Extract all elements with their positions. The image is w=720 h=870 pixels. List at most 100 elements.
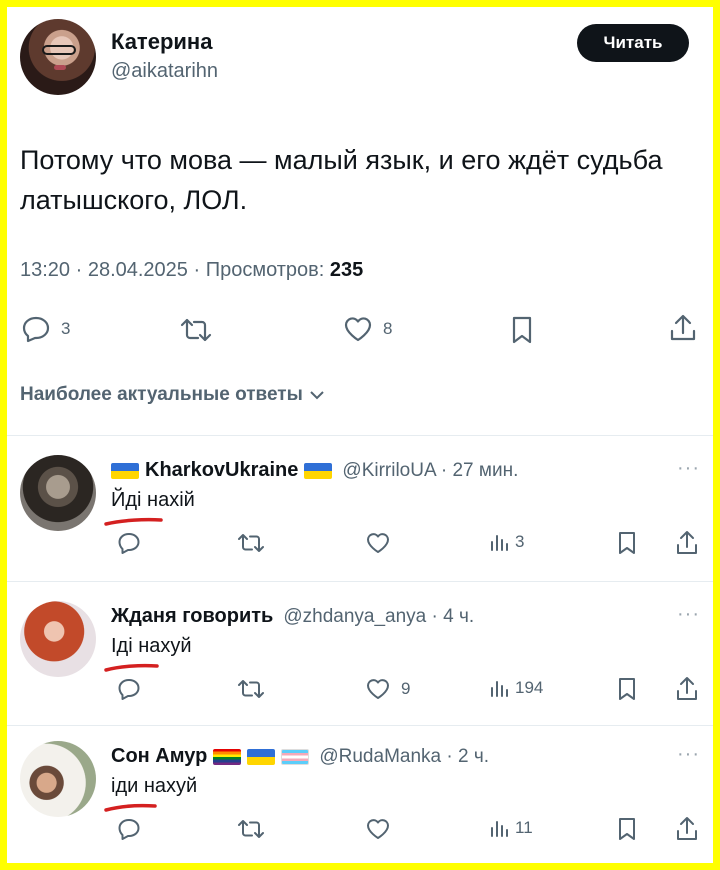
- tweet-text: Потому что мова — малый язык, и его ждёт…: [20, 145, 663, 215]
- like-button[interactable]: 8: [343, 315, 392, 343]
- divider: [7, 435, 713, 436]
- reply-button[interactable]: [117, 531, 141, 555]
- reply-count: 3: [61, 319, 71, 338]
- views-button[interactable]: 3: [489, 532, 524, 552]
- retweet-button[interactable]: [237, 678, 265, 700]
- flag-ukraine-icon: [111, 462, 139, 479]
- reply-author-name[interactable]: Жданя говорить: [111, 605, 273, 628]
- more-options-icon[interactable]: ···: [677, 457, 700, 480]
- lips-icon: [54, 65, 66, 70]
- red-underline-mark: [104, 803, 157, 812]
- retweet-button[interactable]: [179, 317, 213, 343]
- share-icon: [677, 677, 697, 700]
- retweet-icon: [238, 680, 264, 698]
- views-count: 11: [515, 818, 533, 837]
- reply-handle-time[interactable]: @zhdanya_anya · 4 ч.: [283, 606, 474, 628]
- like-button[interactable]: 9: [365, 677, 410, 701]
- flag-ukraine-icon: [304, 462, 333, 479]
- bookmark-button[interactable]: [510, 315, 534, 345]
- tweet-screenshot: Катерина @aikatarihn Читать Потому что м…: [7, 7, 713, 863]
- reply-button[interactable]: 3: [21, 315, 70, 343]
- reply-text: Іді нахуй: [111, 635, 192, 657]
- bookmark-button[interactable]: [617, 531, 637, 555]
- reply-header: KharkovUkraine @KirriloUA · 27 мин.: [111, 459, 518, 482]
- author-handle[interactable]: @aikatarihn: [111, 60, 218, 83]
- reply-avatar[interactable]: [20, 601, 96, 677]
- reply-actions: 3: [7, 529, 713, 559]
- like-button[interactable]: [365, 531, 401, 555]
- red-underline-mark: [104, 517, 163, 526]
- retweet-icon: [180, 318, 212, 342]
- views-count: 235: [329, 259, 364, 281]
- views-button[interactable]: 194: [489, 678, 543, 698]
- views-button[interactable]: 11: [489, 818, 533, 838]
- glasses-icon: [42, 45, 76, 55]
- views-bar-icon: [491, 681, 508, 697]
- sort-label: Наиболее актуальные ответы: [20, 384, 303, 405]
- like-count: 8: [383, 319, 393, 338]
- reply-avatar[interactable]: [20, 455, 96, 531]
- reply-handle-time[interactable]: @RudaManka · 2 ч.: [319, 746, 489, 768]
- reply-button[interactable]: [117, 677, 141, 701]
- bookmark-button[interactable]: [617, 677, 637, 701]
- reply-author-name[interactable]: KharkovUkraine: [145, 459, 298, 482]
- reply-button[interactable]: [117, 817, 141, 841]
- reply-text: іди нахуй: [111, 775, 198, 797]
- heart-icon: [367, 533, 389, 553]
- share-button[interactable]: [675, 816, 699, 842]
- views-bar-icon: [491, 821, 508, 837]
- reply-actions: 9 194: [7, 675, 713, 705]
- views-bar-icon: [491, 535, 508, 551]
- read-button[interactable]: Читать: [577, 24, 689, 62]
- share-button[interactable]: [675, 530, 699, 556]
- tweet-actions: 3 8: [7, 307, 713, 347]
- reply-author-name[interactable]: Сон Амур: [111, 745, 207, 768]
- reply-handle-time[interactable]: @KirriloUA · 27 мин.: [342, 460, 518, 482]
- views-count: 194: [515, 678, 544, 697]
- bookmark-icon: [512, 316, 532, 344]
- heart-icon: [367, 819, 389, 839]
- views-count: 3: [515, 532, 525, 551]
- author-name[interactable]: Катерина: [111, 29, 212, 55]
- more-options-icon[interactable]: ···: [677, 743, 700, 766]
- share-icon: [670, 314, 696, 341]
- tweet-meta: 13:20 · 28.04.2025 · Просмотров: 235: [20, 259, 363, 282]
- heart-icon: [367, 679, 389, 699]
- reply-icon: [118, 679, 140, 700]
- reply-text: Йді нахій: [111, 489, 195, 511]
- flag-rainbow-icon: [213, 748, 242, 765]
- reply-icon: [22, 316, 50, 343]
- bookmark-button[interactable]: [617, 817, 637, 841]
- reply-icon: [118, 533, 140, 554]
- reply-actions: 11: [7, 815, 713, 845]
- more-options-icon[interactable]: ···: [677, 603, 700, 626]
- replies-sort-dropdown[interactable]: Наиболее актуальные ответы: [20, 384, 325, 406]
- like-button[interactable]: [365, 817, 401, 841]
- retweet-icon: [238, 820, 264, 838]
- like-count: 9: [401, 679, 411, 698]
- reply-item[interactable]: Сон Амур @RudaManka · 2 ч. ··· іди нахуй…: [7, 723, 713, 863]
- reply-item[interactable]: KharkovUkraine @KirriloUA · 27 мин. ··· …: [7, 437, 713, 577]
- share-icon: [677, 531, 697, 554]
- flag-ukraine-icon: [247, 748, 276, 765]
- bookmark-icon: [619, 818, 635, 840]
- reply-avatar[interactable]: [20, 741, 96, 817]
- flag-trans-icon: [281, 748, 310, 765]
- bookmark-icon: [619, 532, 635, 554]
- share-button[interactable]: [675, 676, 699, 702]
- reply-icon: [118, 819, 140, 840]
- share-icon: [677, 817, 697, 840]
- reply-item[interactable]: Жданя говорить @zhdanya_anya · 4 ч. ··· …: [7, 583, 713, 723]
- share-button[interactable]: [669, 313, 697, 343]
- bookmark-icon: [619, 678, 635, 700]
- timestamp-and-views-label: 13:20 · 28.04.2025 · Просмотров:: [20, 259, 330, 281]
- divider: [7, 581, 713, 582]
- author-avatar[interactable]: [20, 19, 96, 95]
- retweet-icon: [238, 534, 264, 552]
- red-underline-mark: [104, 663, 159, 672]
- reply-header: Жданя говорить @zhdanya_anya · 4 ч.: [111, 605, 474, 628]
- retweet-button[interactable]: [237, 532, 265, 554]
- reply-header: Сон Амур @RudaManka · 2 ч.: [111, 745, 489, 768]
- chevron-down-icon: [310, 391, 324, 400]
- retweet-button[interactable]: [237, 818, 265, 840]
